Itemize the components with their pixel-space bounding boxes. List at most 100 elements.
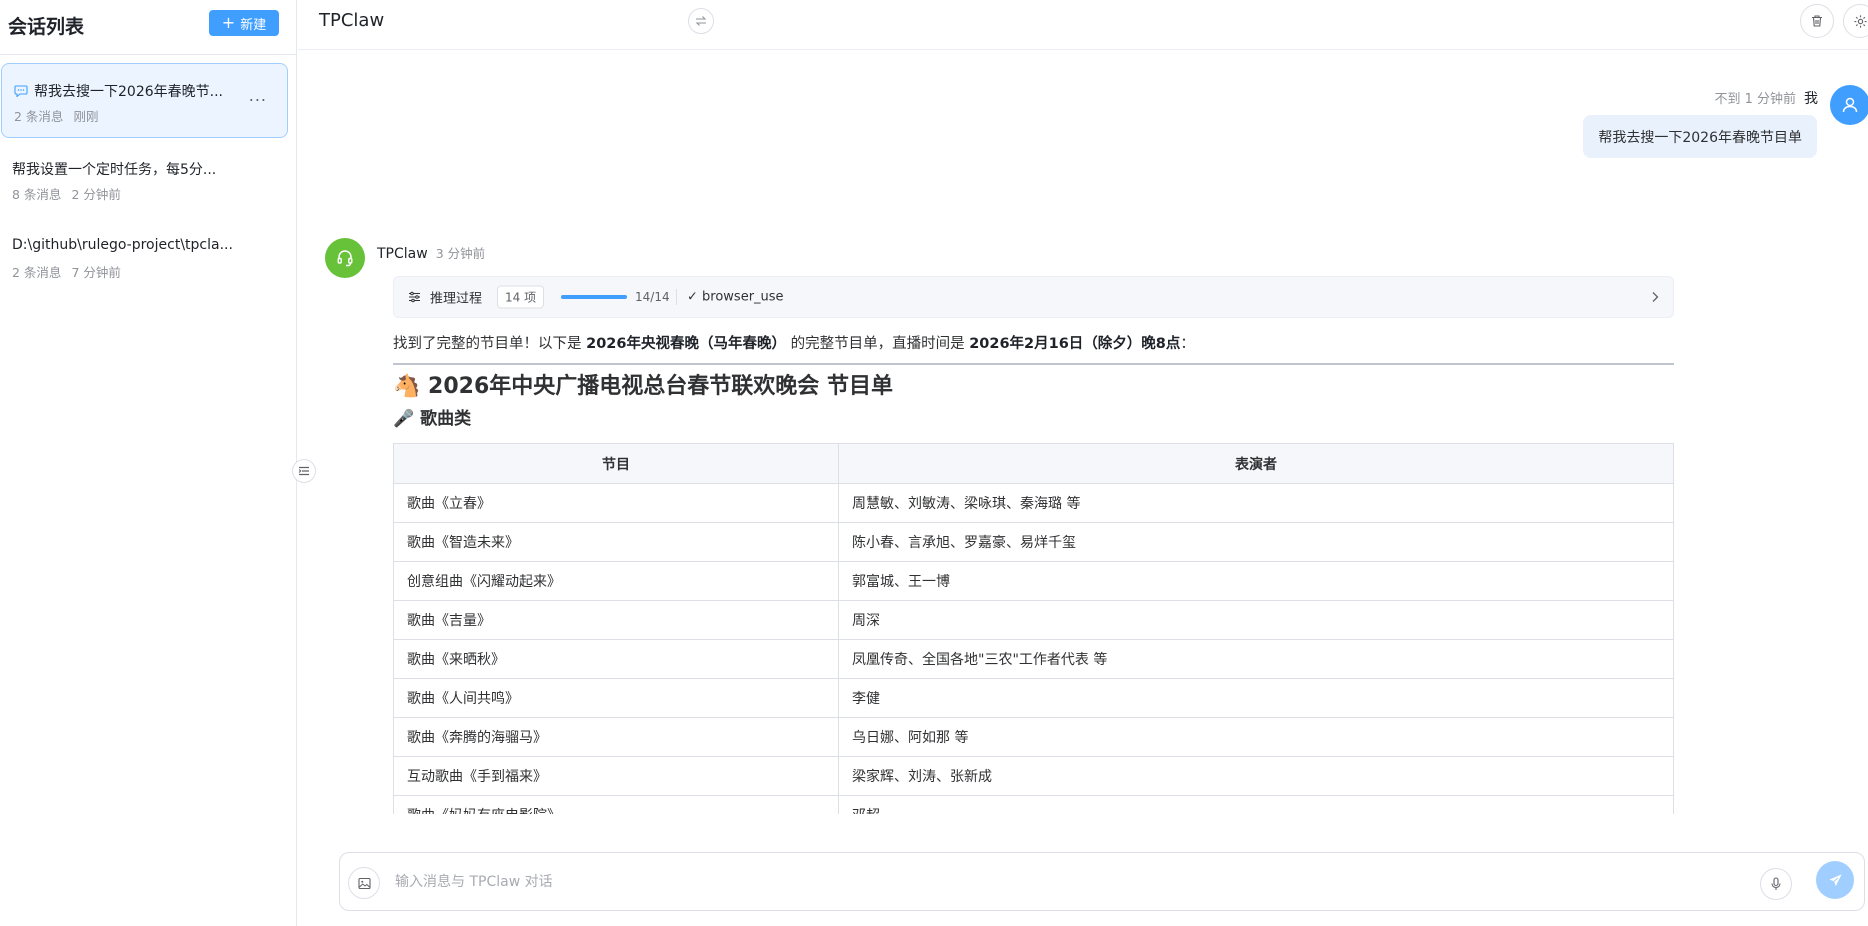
divider bbox=[676, 289, 677, 305]
gear-icon bbox=[1853, 14, 1867, 28]
horizontal-rule bbox=[393, 363, 1674, 365]
conversation-title-text: 帮我去搜一下2026年春晚节... bbox=[34, 84, 223, 100]
reasoning-count-badge: 14 项 bbox=[497, 285, 545, 309]
table-cell: 乌日娜、阿如那 等 bbox=[838, 717, 1674, 757]
voice-input-button[interactable] bbox=[1760, 868, 1792, 900]
table-cell: 歌曲《奔腾的海骝马》 bbox=[393, 717, 839, 757]
app-window: 会话列表 + 新建 帮我去搜一下2026年春晚节... 2 条消息 刚刚 ... … bbox=[0, 0, 1868, 926]
intro-text: 的完整节目单，直播时间是 bbox=[785, 336, 970, 352]
collapse-sidebar-button[interactable] bbox=[292, 459, 316, 483]
conversation-title: 帮我去搜一下2026年春晚节... bbox=[14, 81, 223, 101]
sidebar-header: 会话列表 + 新建 bbox=[0, 0, 296, 55]
table-row: 歌曲《奔腾的海骝马》 乌日娜、阿如那 等 bbox=[393, 717, 1674, 757]
conversation-item[interactable]: 帮我设置一个定时任务，每5分... 8 条消息 2 分钟前 bbox=[0, 142, 287, 217]
conversation-meta: 2 条消息 7 分钟前 bbox=[12, 262, 121, 281]
bot-message-content: 找到了完整的节目单！以下是 2026年央视春晚（马年春晚） 的完整节目单，直播时… bbox=[393, 330, 1674, 814]
list-icon bbox=[298, 466, 309, 476]
table-row: 歌曲《吉量》 周深 bbox=[393, 600, 1674, 640]
user-icon bbox=[1842, 97, 1858, 113]
chat-header: TPClaw bbox=[298, 0, 1868, 50]
conversation-time: 刚刚 bbox=[73, 109, 99, 124]
conversation-item-active[interactable]: 帮我去搜一下2026年春晚节... 2 条消息 刚刚 ... bbox=[1, 63, 288, 138]
user-name: 我 bbox=[1804, 91, 1818, 107]
chat-bubble-icon bbox=[14, 85, 28, 97]
table-cell: 歌曲《立春》 bbox=[393, 483, 839, 523]
upload-image-button[interactable] bbox=[348, 867, 380, 899]
table-cell: 歌曲《吉量》 bbox=[393, 600, 839, 640]
table-row: 互动歌曲《手到福来》 梁家辉、刘涛、张新成 bbox=[393, 756, 1674, 796]
switch-agent-button[interactable] bbox=[688, 8, 714, 34]
table-cell: 歌曲《人间共鸣》 bbox=[393, 678, 839, 718]
table-row: 歌曲《智造未来》 陈小春、言承旭、罗嘉豪、易烊千玺 bbox=[393, 522, 1674, 562]
more-options-icon[interactable]: ... bbox=[249, 86, 267, 105]
conversation-meta: 2 条消息 刚刚 bbox=[14, 106, 98, 125]
user-message-time: 不到 1 分钟前 bbox=[1714, 92, 1796, 107]
bot-message-time: 3 分钟前 bbox=[435, 246, 486, 261]
user-message-bubble: 帮我去搜一下2026年春晚节目单 bbox=[1583, 115, 1817, 158]
send-icon bbox=[1828, 873, 1842, 886]
table-cell: 郭富城、王一博 bbox=[838, 561, 1674, 601]
table-row: 歌曲《来晒秋》 凤凰传奇、全国各地"三农"工作者代表 等 bbox=[393, 639, 1674, 679]
tool-status: ✓ browser_use bbox=[687, 289, 784, 305]
sliders-icon bbox=[409, 291, 420, 303]
message-input-box bbox=[339, 852, 1865, 911]
table-cell: 邓超 bbox=[838, 795, 1674, 814]
intro-bold-text: 2026年2月16日（除夕）晚8点 bbox=[969, 336, 1181, 352]
reasoning-label: 推理过程 bbox=[430, 291, 483, 307]
send-button[interactable] bbox=[1816, 861, 1854, 899]
table-cell: 周深 bbox=[838, 600, 1674, 640]
table-cell: 歌曲《来晒秋》 bbox=[393, 639, 839, 679]
headset-icon bbox=[337, 250, 353, 267]
message-count: 2 条消息 bbox=[12, 265, 62, 280]
delete-button[interactable] bbox=[1800, 4, 1834, 38]
swap-icon bbox=[695, 16, 707, 26]
table-cell: 创意组曲《闪耀动起来》 bbox=[393, 561, 839, 601]
table-cell: 李健 bbox=[838, 678, 1674, 718]
conversation-title: D:\github\rulego-project\tpcla... bbox=[12, 237, 233, 253]
table-cell: 互动歌曲《手到福来》 bbox=[393, 756, 839, 796]
program-table: 节目 表演者 歌曲《立春》 周慧敏、刘敏涛、梁咏琪、秦海璐 等 歌曲《智造未来》陈… bbox=[393, 443, 1674, 814]
plus-icon: + bbox=[221, 13, 236, 32]
intro-paragraph: 找到了完整的节目单！以下是 2026年央视春晚（马年春晚） 的完整节目单，直播时… bbox=[393, 330, 1674, 358]
reasoning-process-panel[interactable]: 推理过程 14 项 14/14 ✓ browser_use bbox=[393, 276, 1674, 318]
table-row: 歌曲《立春》 周慧敏、刘敏涛、梁咏琪、秦海璐 等 bbox=[393, 483, 1674, 523]
conversation-meta: 8 条消息 2 分钟前 bbox=[12, 184, 121, 203]
chat-title: TPClaw bbox=[319, 10, 385, 31]
message-input[interactable] bbox=[395, 867, 1495, 897]
reasoning-progress-bar bbox=[561, 295, 627, 299]
bot-message-meta: TPClaw 3 分钟前 bbox=[377, 243, 485, 262]
intro-bold-text: 2026年央视春晚（马年春晚） bbox=[586, 336, 786, 352]
conversation-item[interactable]: D:\github\rulego-project\tpcla... 2 条消息 7… bbox=[0, 220, 287, 295]
bot-name: TPClaw bbox=[377, 246, 428, 262]
reasoning-progress-text: 14/14 bbox=[635, 290, 670, 304]
column-header: 表演者 bbox=[838, 443, 1674, 484]
microphone-icon bbox=[1771, 877, 1781, 890]
section-heading: 🎤 歌曲类 bbox=[393, 409, 472, 429]
message-count: 8 条消息 bbox=[12, 187, 62, 202]
table-row: 歌曲《人间共鸣》 李健 bbox=[393, 678, 1674, 718]
table-cell: 歌曲《妈妈有座电影院》 bbox=[393, 795, 839, 814]
table-cell: 凤凰传奇、全国各地"三农"工作者代表 等 bbox=[838, 639, 1674, 679]
table-cell: 周慧敏、刘敏涛、梁咏琪、秦海璐 等 bbox=[838, 483, 1674, 523]
table-header-row: 节目 表演者 bbox=[393, 443, 1674, 484]
image-icon bbox=[357, 877, 371, 889]
chevron-right-icon[interactable] bbox=[1651, 291, 1659, 303]
intro-text: ： bbox=[1180, 336, 1195, 352]
conversation-sidebar: 会话列表 + 新建 帮我去搜一下2026年春晚节... 2 条消息 刚刚 ... … bbox=[0, 0, 297, 926]
table-cell: 歌曲《智造未来》 bbox=[393, 522, 839, 562]
bot-avatar bbox=[325, 238, 365, 278]
user-message-meta: 不到 1 分钟前我 bbox=[1714, 88, 1818, 108]
sidebar-title: 会话列表 bbox=[8, 16, 85, 38]
conversation-title: 帮我设置一个定时任务，每5分... bbox=[12, 162, 217, 178]
intro-text: 找到了完整的节目单！以下是 bbox=[393, 336, 587, 352]
trash-icon bbox=[1812, 15, 1822, 27]
settings-button[interactable] bbox=[1843, 4, 1868, 38]
user-avatar bbox=[1830, 85, 1868, 125]
new-conversation-button[interactable]: + 新建 bbox=[209, 10, 279, 36]
conversation-time: 7 分钟前 bbox=[71, 265, 121, 280]
column-header: 节目 bbox=[393, 443, 839, 484]
new-button-label: 新建 bbox=[240, 17, 267, 33]
table-row: 歌曲《妈妈有座电影院》邓超 bbox=[393, 795, 1674, 814]
table-cell: 陈小春、言承旭、罗嘉豪、易烊千玺 bbox=[838, 522, 1674, 562]
table-row: 创意组曲《闪耀动起来》 郭富城、王一博 bbox=[393, 561, 1674, 601]
